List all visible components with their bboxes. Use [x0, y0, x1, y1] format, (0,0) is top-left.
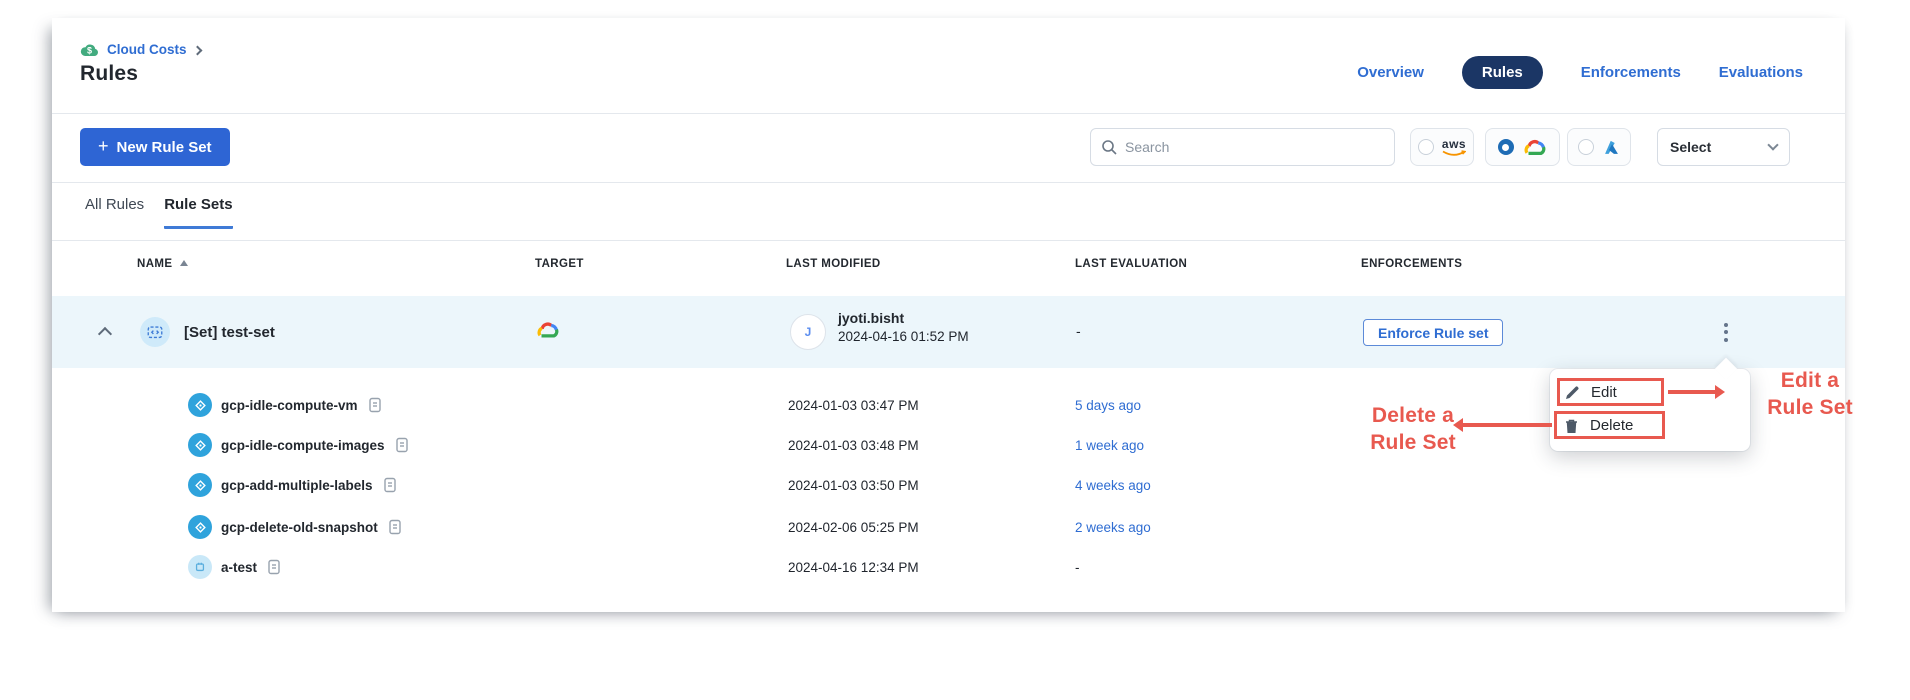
doc-icon[interactable] — [388, 519, 402, 535]
modified-by: jyoti.bisht — [838, 310, 904, 326]
doc-icon[interactable] — [383, 477, 397, 493]
search-box[interactable] — [1090, 128, 1395, 166]
toolbar-divider — [52, 182, 1845, 183]
nav-overview[interactable]: Overview — [1357, 64, 1424, 81]
page-title: Rules — [80, 62, 138, 86]
annotation-delete-box — [1554, 411, 1665, 439]
avatar: J — [790, 314, 826, 350]
rule-name: gcp-delete-old-snapshot — [221, 520, 378, 535]
column-header-name[interactable]: NAME — [137, 258, 188, 270]
breadcrumb[interactable]: $ Cloud Costs — [80, 42, 201, 57]
doc-icon[interactable] — [267, 559, 281, 575]
cloud-costs-icon: $ — [80, 42, 100, 57]
kebab-menu-icon[interactable] — [1714, 318, 1738, 346]
nav-evaluations[interactable]: Evaluations — [1719, 64, 1803, 81]
rule-set-name: [Set] test-set — [184, 324, 275, 341]
aws-logo: aws — [1442, 138, 1466, 157]
nav-enforcements[interactable]: Enforcements — [1581, 64, 1681, 81]
svg-text:$: $ — [87, 46, 92, 56]
rule-last-evaluation-link[interactable]: 2 weeks ago — [1075, 507, 1151, 547]
chevron-down-icon — [1767, 139, 1778, 150]
search-input[interactable] — [1125, 139, 1384, 155]
rule-icon — [188, 433, 212, 457]
annotation-edit-box — [1557, 378, 1664, 406]
doc-icon[interactable] — [368, 397, 382, 413]
provider-toggle-gcp[interactable] — [1485, 128, 1560, 166]
tab-rule-sets[interactable]: Rule Sets — [164, 196, 232, 229]
modified-at: 2024-04-16 01:52 PM — [838, 329, 969, 344]
gcp-logo — [1522, 138, 1548, 157]
rule-last-modified: 2024-02-06 05:25 PM — [788, 507, 919, 547]
main-content-card: $ Cloud Costs Rules Overview Rules Enfor… — [52, 18, 1845, 612]
rule-row[interactable]: a-test 2024-04-16 12:34 PM - — [52, 547, 1845, 587]
azure-radio[interactable] — [1578, 139, 1594, 155]
rule-set-row[interactable]: [Set] test-set J jyoti.bisht 2024-04-16 … — [52, 296, 1845, 368]
annotation-delete-label: Delete a Rule Set — [1347, 402, 1479, 456]
rule-set-icon — [140, 317, 170, 347]
rule-last-modified: 2024-04-16 12:34 PM — [788, 547, 919, 587]
filter-select[interactable]: Select — [1657, 128, 1790, 166]
breadcrumb-label[interactable]: Cloud Costs — [107, 42, 187, 57]
column-header-last-modified[interactable]: LAST MODIFIED — [786, 258, 881, 270]
column-header-last-evaluation[interactable]: LAST EVALUATION — [1075, 258, 1187, 270]
rule-last-evaluation-link[interactable]: 4 weeks ago — [1075, 465, 1151, 505]
breadcrumb-chevron-icon — [192, 45, 202, 55]
rule-last-modified: 2024-01-03 03:48 PM — [788, 425, 919, 465]
search-icon — [1101, 139, 1117, 155]
doc-icon[interactable] — [395, 437, 409, 453]
rule-name: gcp-idle-compute-images — [221, 438, 385, 453]
chevron-up-icon[interactable] — [98, 327, 112, 341]
new-rule-set-label: New Rule Set — [117, 139, 212, 156]
aws-radio[interactable] — [1418, 139, 1434, 155]
sort-asc-icon — [180, 260, 188, 266]
tabs-divider — [52, 240, 1845, 241]
rules-tabs: All Rules Rule Sets — [85, 196, 233, 229]
top-nav: Overview Rules Enforcements Evaluations — [1357, 56, 1803, 89]
gcp-radio[interactable] — [1498, 139, 1514, 155]
provider-toggle-aws[interactable]: aws — [1410, 128, 1474, 166]
enforce-rule-set-button[interactable]: Enforce Rule set — [1363, 319, 1503, 346]
rule-icon — [188, 515, 212, 539]
rule-icon — [188, 555, 212, 579]
column-header-target[interactable]: TARGET — [535, 258, 584, 270]
rule-last-evaluation: - — [1075, 547, 1080, 587]
rule-icon — [188, 473, 212, 497]
rule-name: gcp-add-multiple-labels — [221, 478, 373, 493]
azure-logo — [1602, 139, 1621, 156]
column-header-enforcements[interactable]: ENFORCEMENTS — [1361, 258, 1462, 270]
rule-row[interactable]: gcp-delete-old-snapshot 2024-02-06 05:25… — [52, 507, 1845, 547]
header-divider — [52, 113, 1845, 114]
rule-last-evaluation-link[interactable]: 5 days ago — [1075, 385, 1141, 425]
rule-last-modified: 2024-01-03 03:47 PM — [788, 385, 919, 425]
last-evaluation-value: - — [1076, 323, 1081, 339]
nav-rules-active[interactable]: Rules — [1462, 56, 1543, 89]
rule-name: a-test — [221, 560, 257, 575]
tab-all-rules[interactable]: All Rules — [85, 196, 144, 229]
rule-last-modified: 2024-01-03 03:50 PM — [788, 465, 919, 505]
plus-icon: + — [98, 136, 109, 157]
annotation-edit-label: Edit a Rule Set — [1740, 367, 1880, 421]
provider-toggle-azure[interactable] — [1567, 128, 1631, 166]
new-rule-set-button[interactable]: + New Rule Set — [80, 128, 230, 166]
annotation-arrow-right — [1668, 390, 1716, 394]
rule-row[interactable]: gcp-add-multiple-labels 2024-01-03 03:50… — [52, 465, 1845, 505]
rule-icon — [188, 393, 212, 417]
target-gcp-icon — [535, 320, 561, 345]
filter-select-value: Select — [1670, 139, 1711, 155]
rule-last-evaluation-link[interactable]: 1 week ago — [1075, 425, 1144, 465]
rule-name: gcp-idle-compute-vm — [221, 398, 358, 413]
